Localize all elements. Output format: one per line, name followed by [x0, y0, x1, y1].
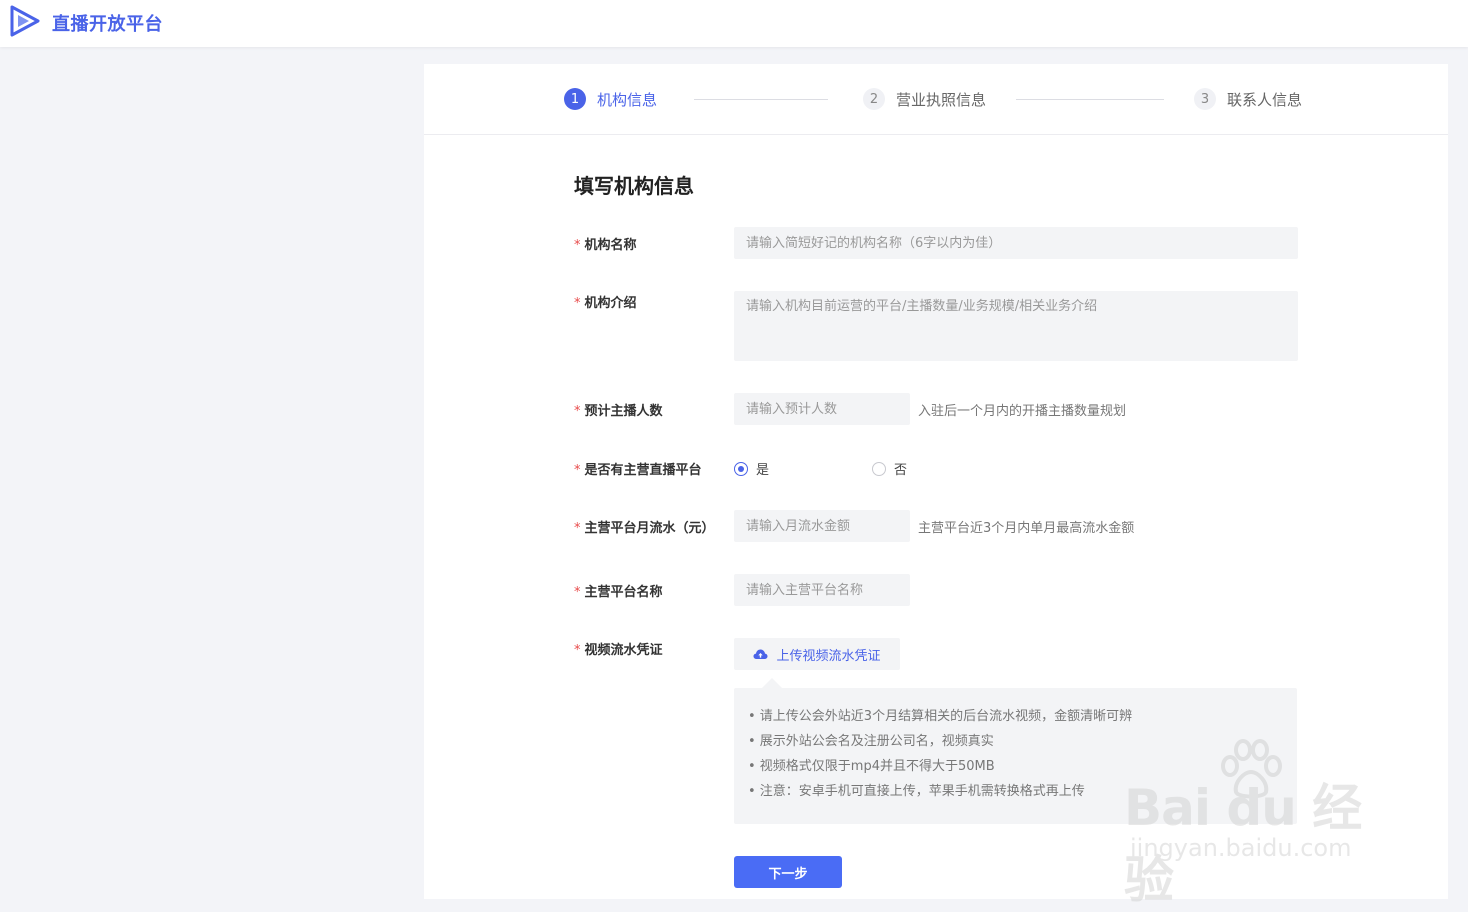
- required-mark: *: [574, 296, 581, 311]
- tip-arrow: [762, 678, 782, 688]
- monthly-flow-input[interactable]: [734, 510, 910, 542]
- org-intro-textarea[interactable]: [734, 291, 1298, 361]
- org-intro-label: * 机构介绍: [574, 296, 637, 311]
- step-2-number: 2: [863, 88, 885, 110]
- step-1-label: 机构信息: [597, 90, 658, 109]
- org-name-input[interactable]: [734, 227, 1298, 259]
- upload-video-button[interactable]: 上传视频流水凭证: [734, 638, 900, 670]
- step-2[interactable]: 2 营业执照信息: [863, 87, 986, 111]
- app-title: 直播开放平台: [52, 14, 163, 35]
- main-panel: 1 机构信息 2 营业执照信息 3 联系人信息 填写机构信息 *机构名称 *机构…: [424, 64, 1448, 899]
- upload-video-label: 上传视频流水凭证: [776, 648, 881, 664]
- monthly-flow-label: * 主营平台月流水（元）: [574, 521, 715, 536]
- tip-line: • 视频格式仅限于mp4并且不得大于50MB: [748, 759, 995, 774]
- step-3[interactable]: 3 联系人信息: [1194, 87, 1302, 111]
- radio-no[interactable]: 否: [872, 459, 907, 478]
- step-divider: [694, 99, 828, 100]
- radio-checked-icon: [734, 461, 748, 476]
- step-divider: [1016, 99, 1164, 100]
- required-mark: *: [574, 585, 581, 600]
- platform-name-label: * 主营平台名称: [574, 585, 663, 600]
- step-3-label: 联系人信息: [1227, 90, 1303, 109]
- step-1[interactable]: 1 机构信息: [564, 87, 657, 111]
- step-1-number: 1: [564, 88, 586, 110]
- upload-tips: • 请上传公会外站近3个月结算相关的后台流水视频，金额清晰可辨 • 展示外站公会…: [734, 688, 1297, 824]
- video-proof-label: * 视频流水凭证: [574, 643, 663, 658]
- required-mark: *: [574, 404, 581, 419]
- form-title: 填写机构信息: [574, 174, 694, 198]
- platform-name-input[interactable]: [734, 574, 910, 606]
- radio-yes[interactable]: 是: [734, 459, 769, 478]
- tip-line: • 注意：安卓手机可直接上传，苹果手机需转换格式再上传: [748, 784, 1085, 799]
- next-step-button[interactable]: 下一步: [734, 856, 842, 888]
- org-name-label: * 机构名称: [574, 238, 637, 253]
- required-mark: *: [574, 643, 581, 658]
- anchor-count-label: * 预计主播人数: [574, 404, 663, 419]
- has-platform-label: * 是否有主营直播平台: [574, 463, 702, 478]
- play-logo-icon: [10, 5, 40, 37]
- step-3-number: 3: [1194, 88, 1216, 110]
- radio-no-label: 否: [894, 463, 908, 478]
- tip-line: • 展示外站公会名及注册公司名，视频真实: [748, 734, 994, 749]
- monthly-flow-hint: 主营平台近3个月内单月最高流水金额: [918, 521, 1135, 536]
- top-bar: 直播开放平台: [0, 0, 1468, 47]
- radio-yes-label: 是: [756, 463, 770, 478]
- anchor-count-input[interactable]: [734, 393, 910, 425]
- tip-line: • 请上传公会外站近3个月结算相关的后台流水视频，金额清晰可辨: [748, 709, 1133, 724]
- anchor-count-hint: 入驻后一个月内的开播主播数量规划: [918, 404, 1127, 419]
- required-mark: *: [574, 238, 581, 253]
- radio-unchecked-icon: [872, 461, 886, 476]
- cloud-upload-icon: [753, 649, 768, 659]
- required-mark: *: [574, 521, 581, 536]
- required-mark: *: [574, 463, 581, 478]
- steps-bar: 1 机构信息 2 营业执照信息 3 联系人信息: [424, 64, 1448, 135]
- step-2-label: 营业执照信息: [896, 90, 987, 109]
